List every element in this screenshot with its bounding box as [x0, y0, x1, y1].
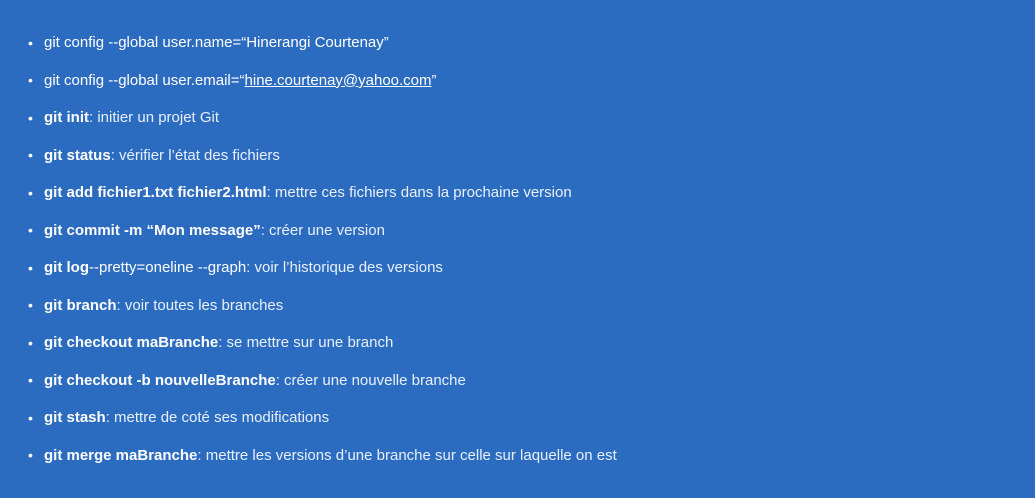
git-command-list: • git config --global user.name=“Hineran…: [28, 24, 1035, 474]
command-description: : initier un projet Git: [89, 109, 220, 127]
list-item-git-commit: • git commit -m “Mon message” : créer un…: [28, 212, 1035, 250]
command-name: git commit -m “Mon message”: [44, 221, 261, 239]
bullet: •: [28, 72, 33, 89]
list-item-git-branch: • git branch : voir toutes les branches: [28, 287, 1035, 325]
bullet: •: [28, 147, 33, 164]
command-description: : mettre les versions d’une branche sur …: [197, 446, 617, 464]
command-text: git config --global user.name=“Hinerangi…: [44, 34, 389, 52]
command-description: : voir toutes les branches: [116, 296, 284, 314]
command-name: git init: [44, 109, 89, 127]
command-text: git config --global user.email=“: [44, 71, 245, 89]
list-item-git-init: • git init : initier un projet Git: [28, 99, 1035, 137]
bullet: •: [28, 409, 33, 426]
list-item-config-name: • git config --global user.name=“Hineran…: [28, 24, 1035, 62]
command-name: git stash: [44, 409, 106, 427]
command-name: git checkout maBranche: [44, 334, 219, 352]
command-name: git merge maBranche: [44, 446, 198, 464]
list-item-git-log: • git log --pretty=oneline --graph : voi…: [28, 249, 1035, 287]
command-description: : mettre ces fichiers dans la prochaine …: [266, 184, 572, 202]
bullet: •: [28, 222, 33, 239]
command-description: : vérifier l’état des fichiers: [110, 146, 280, 164]
list-item-config-email: • git config --global user.email=“ hine.c…: [28, 62, 1035, 100]
command-description: : créer une nouvelle branche: [275, 371, 466, 389]
bullet: •: [28, 109, 33, 126]
slide: • git config --global user.name=“Hineran…: [0, 0, 1035, 498]
command-text-end: ”: [431, 71, 437, 89]
list-item-git-checkout-b: • git checkout -b nouvelleBranche : crée…: [28, 362, 1035, 400]
command-description: : voir l’historique des versions: [246, 259, 443, 277]
command-name: git log: [44, 259, 89, 277]
email-link[interactable]: hine.courtenay@yahoo.com: [245, 72, 432, 89]
command-name: git checkout -b nouvelleBranche: [44, 371, 276, 389]
command-name: git add fichier1.txt fichier2.html: [44, 184, 267, 202]
bullet: •: [28, 297, 33, 314]
command-options: --pretty=oneline --graph: [89, 259, 247, 277]
bullet: •: [28, 447, 33, 464]
command-description: : créer une version: [260, 221, 385, 239]
list-item-git-checkout: • git checkout maBranche : se mettre sur…: [28, 324, 1035, 362]
list-item-git-add: • git add fichier1.txt fichier2.html : m…: [28, 174, 1035, 212]
list-item-git-status: • git status : vérifier l’état des fichi…: [28, 137, 1035, 175]
bullet: •: [28, 259, 33, 276]
command-description: : se mettre sur une branch: [218, 334, 394, 352]
command-name: git branch: [44, 296, 117, 314]
bullet: •: [28, 184, 33, 201]
bullet: •: [28, 334, 33, 351]
bullet: •: [28, 34, 33, 51]
command-description: : mettre de coté ses modifications: [105, 409, 330, 427]
list-item-git-stash: • git stash : mettre de coté ses modific…: [28, 399, 1035, 437]
command-name: git status: [44, 146, 111, 164]
bullet: •: [28, 372, 33, 389]
list-item-git-merge: • git merge maBranche : mettre les versi…: [28, 437, 1035, 475]
